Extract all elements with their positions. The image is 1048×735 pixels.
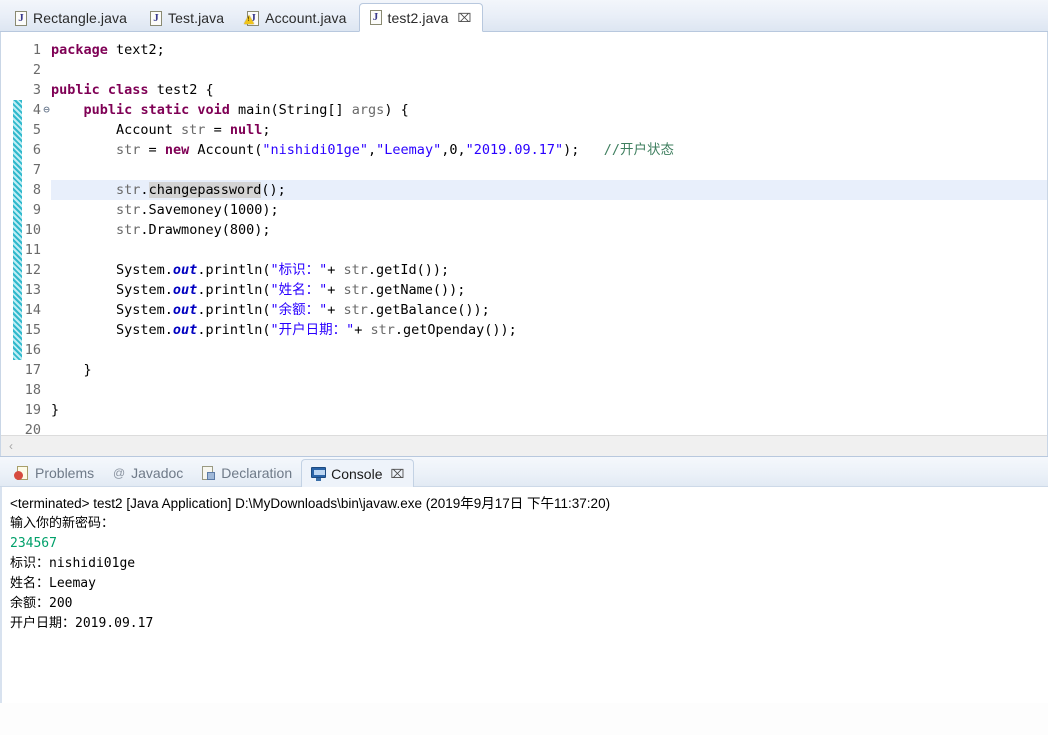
line-number: 16	[24, 342, 41, 358]
line-number: 7	[32, 162, 41, 178]
code-line-5[interactable]: Account str = null;	[51, 120, 1047, 140]
panel-tab-strip: Problems @ Javadoc Declaration Console ⌧	[0, 457, 1048, 487]
code-line-16[interactable]	[51, 340, 1047, 360]
line-number: 3	[32, 82, 41, 98]
panel-tab-label: Problems	[35, 465, 95, 481]
code-line-14[interactable]: System.out.println("余额："+ str.getBalance…	[51, 300, 1047, 320]
close-icon[interactable]: ⌧	[457, 12, 471, 24]
line-number: 2	[32, 62, 41, 78]
line-number: 4	[32, 102, 41, 118]
line-number: 13	[24, 282, 41, 298]
line-number: 18	[24, 382, 41, 398]
console-line: 输入你的新密码：	[10, 516, 115, 531]
line-number: 8	[32, 182, 41, 198]
java-file-icon: J	[14, 10, 28, 26]
code-text-area[interactable]: package text2; public class test2 { publ…	[47, 32, 1047, 456]
code-line-8[interactable]: str.changepassword();	[51, 180, 1047, 200]
panel-tab-problems[interactable]: Problems	[6, 460, 103, 486]
code-line-10[interactable]: str.Drawmoney(800);	[51, 220, 1047, 240]
panel-tab-label: Javadoc	[131, 465, 184, 481]
code-line-4[interactable]: public static void main(String[] args) {	[51, 100, 1047, 120]
line-number: 15	[24, 322, 41, 338]
editor-tab-label: Test.java	[168, 10, 225, 26]
java-file-icon: J	[149, 10, 163, 26]
editor-horizontal-scrollbar[interactable]: ‹	[1, 435, 1047, 456]
code-line-18[interactable]	[51, 380, 1047, 400]
line-number: 6	[32, 142, 41, 158]
editor-tab-strip: J Rectangle.java J Test.java J Account.j…	[0, 0, 1048, 32]
console-line: 开户日期：2019.09.17	[10, 616, 154, 631]
code-line-2[interactable]	[51, 60, 1047, 80]
code-line-17[interactable]: }	[51, 360, 1047, 380]
panel-tab-declaration[interactable]: Declaration	[192, 460, 301, 486]
console-line: 标识：nishidi01ge	[10, 556, 136, 571]
javadoc-icon: @	[113, 466, 126, 480]
editor-tab-label: Rectangle.java	[33, 10, 128, 26]
panel-tab-label: Declaration	[221, 465, 293, 481]
code-line-13[interactable]: System.out.println("姓名："+ str.getName())…	[51, 280, 1047, 300]
line-number: 11	[24, 242, 41, 258]
code-line-9[interactable]: str.Savemoney(1000);	[51, 200, 1047, 220]
console-output-area[interactable]: <terminated> test2 [Java Application] D:…	[0, 487, 1048, 703]
java-file-warning-icon: J	[244, 10, 260, 26]
scrollbar-track[interactable]	[21, 436, 1047, 456]
problems-icon	[14, 465, 30, 481]
console-line: 姓名：Leemay	[10, 576, 96, 591]
line-number: 17	[24, 362, 41, 378]
editor-tab-label: Account.java	[265, 10, 347, 26]
line-number: 9	[32, 202, 41, 218]
code-line-3[interactable]: public class test2 {	[51, 80, 1047, 100]
code-line-12[interactable]: System.out.println("标识："+ str.getId());	[51, 260, 1047, 280]
panel-tab-javadoc[interactable]: @ Javadoc	[103, 460, 192, 486]
eclipse-ide-window: J Rectangle.java J Test.java J Account.j…	[0, 0, 1048, 735]
bottom-panel: Problems @ Javadoc Declaration Console ⌧	[0, 456, 1048, 703]
editor-tab-test2-java[interactable]: J test2.java ⌧	[358, 3, 484, 32]
line-number-ruler: 1 2 3 4 ⊖ 5 6 7 8 9 10 11 12 13 14 15 16…	[1, 32, 50, 440]
editor-tab-account-java[interactable]: J Account.java	[236, 4, 358, 31]
line-number: 5	[32, 122, 41, 138]
code-line-1[interactable]: package text2;	[51, 40, 1047, 60]
console-line: 余额：200	[10, 596, 73, 611]
declaration-icon	[201, 465, 216, 481]
line-number-with-fold: 4 ⊖	[1, 100, 50, 120]
code-line-11[interactable]	[51, 240, 1047, 260]
editor-tab-rectangle-java[interactable]: J Rectangle.java	[4, 4, 139, 31]
scroll-left-arrow-icon[interactable]: ‹	[1, 440, 21, 452]
code-editor[interactable]: 1 2 3 4 ⊖ 5 6 7 8 9 10 11 12 13 14 15 16…	[0, 32, 1048, 456]
java-file-icon: J	[369, 10, 383, 25]
editor-tab-label: test2.java	[387, 9, 449, 26]
panel-tab-console[interactable]: Console ⌧	[301, 459, 415, 487]
line-number: 12	[24, 262, 41, 278]
console-left-edge	[0, 487, 2, 703]
close-icon[interactable]: ⌧	[391, 467, 405, 481]
code-line-7[interactable]	[51, 160, 1047, 180]
line-number: 14	[24, 302, 41, 318]
editor-gutter[interactable]: 1 2 3 4 ⊖ 5 6 7 8 9 10 11 12 13 14 15 16…	[1, 32, 50, 456]
editor-tab-test-java[interactable]: J Test.java	[139, 4, 236, 31]
line-number: 19	[24, 402, 41, 418]
console-input-line: 234567	[10, 536, 57, 551]
panel-tab-label: Console	[331, 465, 383, 482]
code-line-19[interactable]: }	[51, 400, 1047, 420]
console-icon	[311, 466, 327, 481]
line-number: 1	[32, 42, 41, 58]
console-process-header: <terminated> test2 [Java Application] D:…	[10, 496, 611, 511]
code-line-15[interactable]: System.out.println("开户日期："+ str.getOpend…	[51, 320, 1047, 340]
line-number: 10	[24, 222, 41, 238]
code-line-6[interactable]: str = new Account("nishidi01ge","Leemay"…	[51, 140, 1047, 160]
